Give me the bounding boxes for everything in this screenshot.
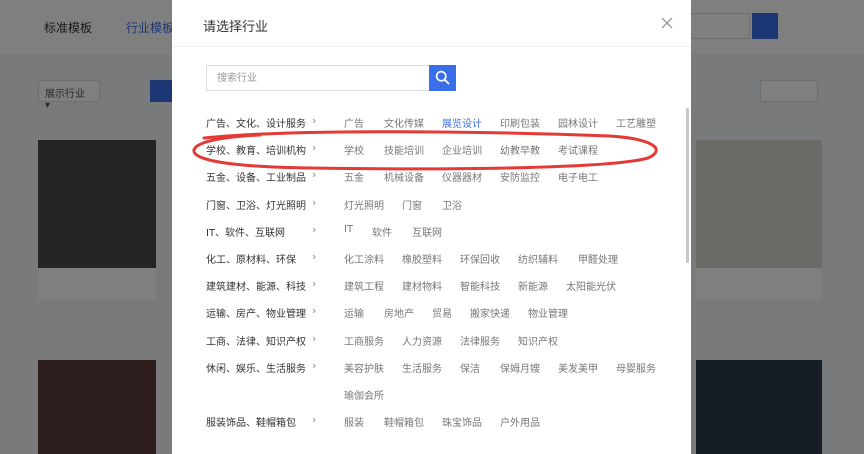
industry-category[interactable]: 服装饰品、鞋帽箱包 [206,414,296,429]
title-divider [172,46,691,47]
industry-subcategory[interactable]: 保洁 [460,360,480,375]
chevron-right-icon: › [312,195,317,209]
industry-category[interactable]: 休闲、娱乐、生活服务 [206,360,306,375]
industry-subcategory[interactable]: 物业管理 [528,305,568,320]
industry-subcategory[interactable]: 户外用品 [500,414,540,429]
chevron-right-icon: › [312,277,317,291]
industry-subcategory[interactable]: 房地产 [384,305,414,320]
industry-subcategory[interactable]: 美容护肤 [344,360,384,375]
industry-subcategory[interactable]: 保姆月嫂 [500,360,540,375]
industry-subcategory[interactable]: 鞋帽箱包 [384,414,424,429]
industry-subcategory[interactable]: 软件 [372,224,392,239]
industry-subcategory[interactable]: 工商服务 [344,333,384,348]
close-icon[interactable] [660,16,674,30]
industry-subcategory[interactable]: 橡胶塑料 [402,251,442,266]
industry-row: 工商、法律、知识产权 › 工商服务 人力资源 法律服务 知识产权 [172,326,691,353]
industry-subcategory[interactable]: 建材物料 [402,278,442,293]
industry-subcategory[interactable]: 化工涂料 [344,251,384,266]
industry-row: 门窗、卫浴、灯光照明 › 灯光照明 门窗 卫浴 [172,190,691,217]
industry-subcategory[interactable]: 纺织辅料 [518,251,558,266]
industry-subcategory[interactable]: 服装 [344,414,364,429]
industry-select-dialog: 请选择行业 广告、文化、设计服务›广告文化传媒展览设计印刷包装园林设计工艺雕塑学… [172,0,691,454]
industry-subcategory[interactable]: 运输 [344,305,364,320]
industry-subcategory[interactable]: 生活服务 [402,360,442,375]
industry-row: IT、软件、互联网 › IT 软件 互联网 [172,217,691,244]
industry-row: 化工、原材料、环保 › 化工涂料 橡胶塑料 环保回收 纺织辅料 甲醛处理 [172,244,691,271]
industry-row: 服装饰品、鞋帽箱包 › 服装 鞋帽箱包 珠宝饰品 户外用品 [172,407,691,434]
industry-subcategory[interactable]: 美发美甲 [558,360,598,375]
industry-row: 休闲、娱乐、生活服务 › 美容护肤 生活服务 保洁 保姆月嫂 美发美甲 母婴服务瑜伽会所 [172,353,691,402]
industry-subcategory[interactable]: 互联网 [412,224,442,239]
industry-subcategory[interactable]: 新能源 [518,278,548,293]
industry-category[interactable]: 工商、法律、知识产权 [206,333,306,348]
industry-search-input[interactable] [206,65,429,91]
industry-subcategory[interactable]: 环保回收 [460,251,500,266]
industry-subcategory[interactable]: 卫浴 [442,197,462,212]
search-icon [435,70,450,85]
industry-subcategory[interactable]: 瑜伽会所 [344,387,384,402]
industry-subcategory[interactable]: 贸易 [432,305,452,320]
industry-subcategory[interactable]: 建筑工程 [344,278,384,293]
chevron-right-icon: › [312,331,317,345]
industry-category[interactable]: 化工、原材料、环保 [206,251,296,266]
industry-category[interactable]: 门窗、卫浴、灯光照明 [206,197,306,212]
chevron-right-icon: › [312,114,317,127]
industry-row: 运输、房产、物业管理 › 运输 房地产 贸易 搬家快递 物业管理 [172,298,691,325]
industry-search-button[interactable] [429,65,456,91]
industry-subcategory[interactable]: 灯光照明 [344,197,384,212]
industry-subcategory[interactable]: 门窗 [402,197,422,212]
industry-category[interactable]: 运输、房产、物业管理 [206,305,306,320]
chevron-right-icon: › [312,412,317,426]
industry-subcategory[interactable]: 搬家快递 [470,305,510,320]
industry-subcategory[interactable]: 知识产权 [518,333,558,348]
industry-category[interactable]: 建筑建材、能源、科技 [206,278,306,293]
chevron-right-icon: › [312,250,317,263]
industry-subcategory[interactable]: IT [344,224,353,235]
chevron-right-icon: › [312,358,317,372]
industry-subcategory[interactable]: 智能科技 [460,278,500,293]
industry-subcategory[interactable]: 母婴服务 [616,360,656,375]
industry-subcategory[interactable]: 法律服务 [460,333,500,348]
industry-subcategory[interactable]: 太阳能光伏 [566,278,616,293]
industry-subcategory[interactable]: 人力资源 [402,333,442,348]
annotation-ellipse [192,130,658,171]
chevron-right-icon: › [312,222,317,236]
industry-category[interactable]: IT、软件、互联网 [206,224,285,239]
industry-subcategory[interactable]: 甲醛处理 [578,251,618,266]
industry-row: 建筑建材、能源、科技 › 建筑工程 建材物料 智能科技 新能源 太阳能光伏 [172,271,691,298]
scrollbar[interactable] [686,108,689,263]
industry-subcategory[interactable]: 珠宝饰品 [442,414,482,429]
dialog-title: 请选择行业 [203,20,269,35]
chevron-right-icon: › [312,304,317,318]
